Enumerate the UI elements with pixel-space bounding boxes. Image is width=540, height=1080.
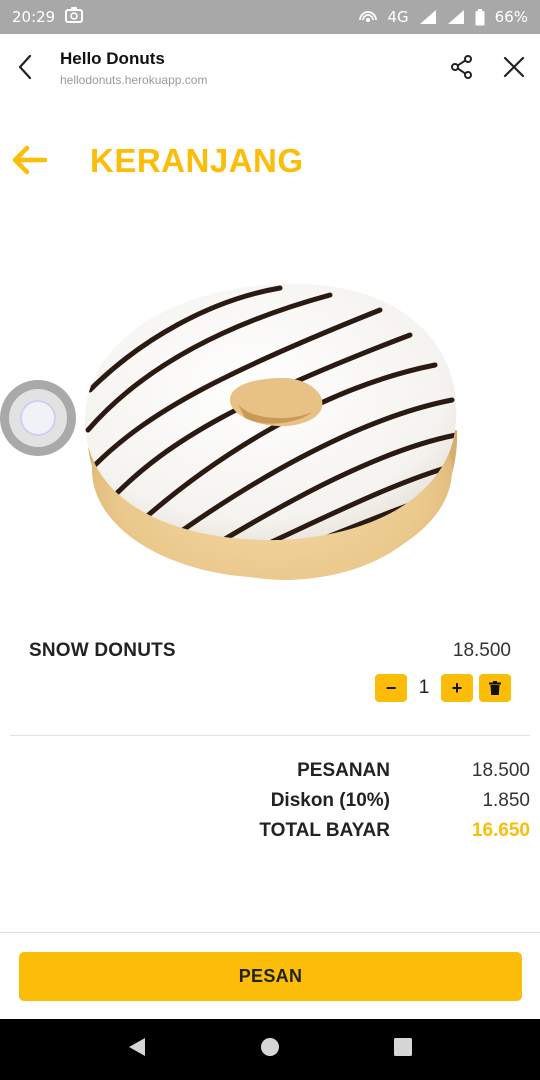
notification-icon xyxy=(65,7,84,27)
summary-row-order: PESANAN 18.500 xyxy=(0,758,540,788)
browser-title-block: Hello Donuts hellodonuts.herokuapp.com xyxy=(50,47,436,87)
nav-recents-icon[interactable] xyxy=(393,1037,413,1062)
chevron-left-icon[interactable] xyxy=(0,34,50,100)
browser-title: Hello Donuts xyxy=(60,49,165,68)
total-value: 16.650 xyxy=(471,820,530,841)
floating-button-core xyxy=(20,400,56,436)
summary-label: PESANAN xyxy=(297,760,390,781)
decrease-quantity-button[interactable]: − xyxy=(375,674,407,702)
summary-value: 1.850 xyxy=(482,790,530,811)
quantity-stepper: − 1 + xyxy=(375,674,511,702)
hotspot-icon xyxy=(359,9,378,25)
floating-assistive-button[interactable] xyxy=(0,380,76,456)
summary-label: TOTAL BAYAR xyxy=(259,820,390,841)
status-bar: 20:29 4G 66% xyxy=(0,0,540,34)
divider xyxy=(10,735,530,736)
cart-item: SNOW DONUTS 18.500 xyxy=(29,638,511,664)
browser-url: hellodonuts.herokuapp.com xyxy=(60,73,208,87)
item-name: SNOW DONUTS xyxy=(29,640,176,661)
quantity-value: 1 xyxy=(418,677,430,698)
page-header: KERANJANG xyxy=(0,130,540,190)
increase-quantity-button[interactable]: + xyxy=(441,674,473,702)
summary-row-total: TOTAL BAYAR 16.650 xyxy=(0,818,540,848)
share-icon[interactable] xyxy=(436,34,488,100)
order-button[interactable]: PESAN xyxy=(19,952,522,1001)
summary-row-discount: Diskon (10%) 1.850 xyxy=(0,788,540,818)
signal-icon xyxy=(419,9,437,25)
trash-icon[interactable] xyxy=(479,674,511,702)
status-time: 20:29 xyxy=(12,8,56,26)
close-icon[interactable] xyxy=(488,34,540,100)
summary-label: Diskon (10%) xyxy=(270,790,390,811)
order-summary: PESANAN 18.500 Diskon (10%) 1.850 TOTAL … xyxy=(0,758,540,848)
battery-level: 66% xyxy=(494,8,528,26)
system-nav-bar xyxy=(0,1019,540,1080)
page-title: KERANJANG xyxy=(90,142,304,179)
nav-home-icon[interactable] xyxy=(260,1037,280,1062)
product-image xyxy=(80,270,465,590)
item-price: 18.500 xyxy=(452,640,511,661)
network-type: 4G xyxy=(387,8,409,26)
floating-button-ring xyxy=(9,389,67,447)
battery-icon xyxy=(475,8,485,26)
nav-back-icon[interactable] xyxy=(127,1036,147,1063)
browser-toolbar: Hello Donuts hellodonuts.herokuapp.com xyxy=(0,34,540,100)
arrow-left-icon[interactable] xyxy=(10,142,48,178)
signal-icon-2 xyxy=(447,9,465,25)
divider xyxy=(0,932,540,933)
summary-value: 18.500 xyxy=(471,760,530,781)
